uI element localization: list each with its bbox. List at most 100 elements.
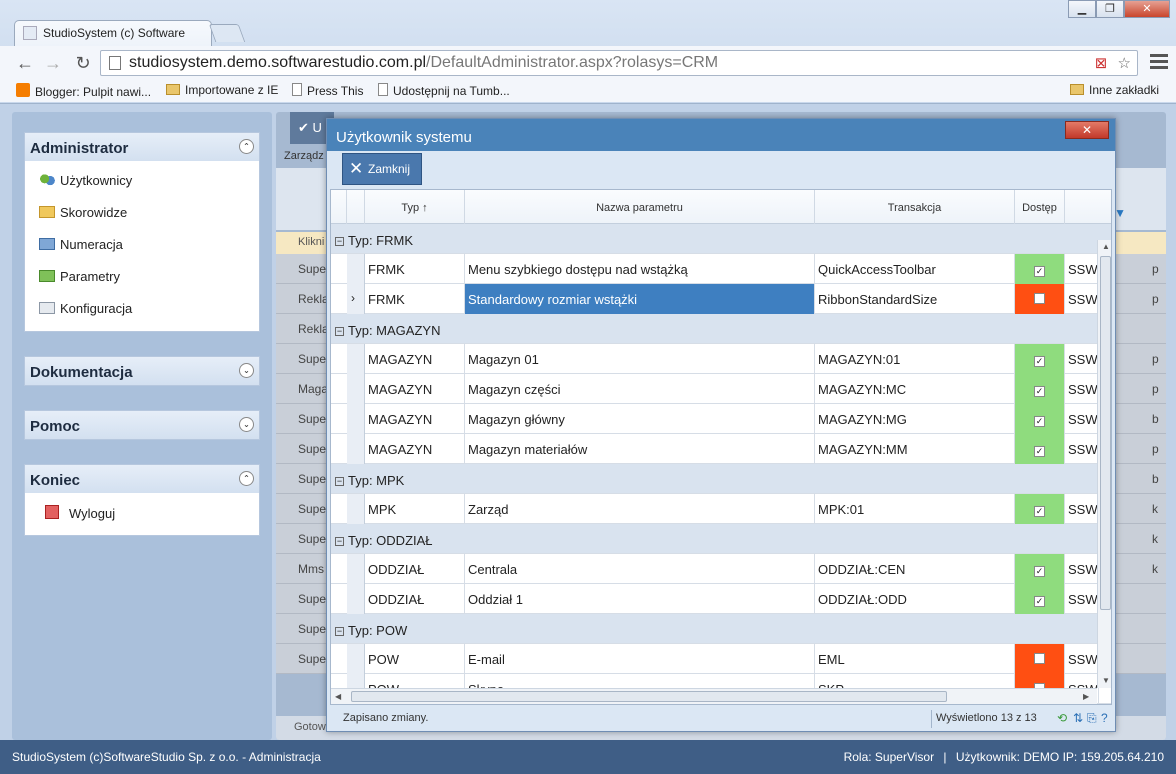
browser-menu-icon[interactable] (1150, 54, 1168, 70)
access-checkbox[interactable]: ✓ (1034, 596, 1045, 607)
cell-typ[interactable]: MAGAZYN (365, 434, 465, 464)
table-row[interactable]: ODDZIAŁCentralaODDZIAŁ:CEN ✓ SSWO (331, 554, 1111, 584)
group-row[interactable]: − Typ: MAGAZYN (331, 314, 1111, 344)
cell-transakcja[interactable]: RibbonStandardSize (815, 284, 1015, 314)
refresh-icon[interactable]: ⟲ (1057, 711, 1067, 725)
cell-nazwa[interactable]: Standardowy rozmiar wstążki (465, 284, 815, 314)
minimize-icon[interactable]: ▁ (1068, 0, 1096, 18)
scroll-down-icon[interactable]: ▼ (1102, 676, 1110, 685)
cell-n[interactable]: SSWO (1065, 554, 1099, 584)
access-checkbox[interactable]: ✓ (1034, 386, 1045, 397)
panel-header[interactable]: Koniec ⌃ (25, 465, 259, 493)
cell-n[interactable]: SSWO (1065, 344, 1099, 374)
table-row[interactable]: POWE-mailEML SSWO (331, 644, 1111, 674)
bookmark-other[interactable]: Inne zakładki (1070, 83, 1159, 97)
cell-nazwa[interactable]: Zarząd (465, 494, 815, 524)
sidebar-item-indexes[interactable]: Skorowidze (25, 197, 259, 229)
reload-icon[interactable]: ↻ (72, 52, 94, 74)
group-row[interactable]: − Typ: ODDZIAŁ (331, 524, 1111, 554)
row-indicator[interactable]: › (347, 284, 365, 314)
collapse-group-icon[interactable]: − (335, 237, 344, 246)
cell-transakcja[interactable]: QuickAccessToolbar (815, 254, 1015, 284)
browser-tab[interactable]: StudioSystem (c) Software (14, 20, 212, 46)
close-button[interactable]: ✕ Zamknij (342, 153, 422, 185)
access-checkbox[interactable]: ✓ (1034, 566, 1045, 577)
header-dostep[interactable]: Dostęp (1015, 190, 1065, 224)
back-arrow-icon[interactable]: ← (14, 52, 36, 74)
row-indicator[interactable] (347, 344, 365, 374)
forward-arrow-icon[interactable]: → (42, 52, 64, 74)
row-indicator[interactable] (347, 554, 365, 584)
bookmark-star-icon[interactable]: ☆ (1118, 55, 1131, 72)
sync-icon[interactable]: ⇅ (1073, 711, 1083, 725)
horizontal-scrollbar[interactable]: ◀ ▶ (331, 688, 1097, 704)
sidebar-item-configuration[interactable]: Konfiguracja (25, 293, 259, 325)
access-checkbox[interactable] (1034, 653, 1045, 664)
cell-nazwa[interactable]: Magazyn główny (465, 404, 815, 434)
cell-n[interactable]: SSWO (1065, 374, 1099, 404)
scroll-left-icon[interactable]: ◀ (335, 692, 341, 701)
table-row[interactable]: MAGAZYNMagazyn 01MAGAZYN:01 ✓ SSWO (331, 344, 1111, 374)
cell-n[interactable]: SSWO (1065, 494, 1099, 524)
bookmark-imported[interactable]: Importowane z IE (166, 83, 278, 97)
expand-icon[interactable]: ⌄ (239, 417, 254, 432)
header-nazwa[interactable]: Nazwa parametru (465, 190, 815, 224)
cell-typ[interactable]: MAGAZYN (365, 344, 465, 374)
cell-n[interactable]: SSWO (1065, 434, 1099, 464)
cell-transakcja[interactable]: MAGAZYN:MG (815, 404, 1015, 434)
cell-typ[interactable]: FRMK (365, 254, 465, 284)
panel-header[interactable]: Dokumentacja ⌄ (25, 357, 259, 385)
access-checkbox[interactable] (1034, 293, 1045, 304)
panel-header[interactable]: Administrator ⌃ (25, 133, 259, 161)
scroll-thumb[interactable] (1100, 256, 1111, 610)
cell-typ[interactable]: MAGAZYN (365, 374, 465, 404)
table-row[interactable]: › FRMK Standardowy rozmiar wstążki RibbonSt… (331, 284, 1111, 314)
collapse-group-icon[interactable]: − (335, 327, 344, 336)
group-row[interactable]: − Typ: POW (331, 614, 1111, 644)
new-tab-button[interactable] (208, 24, 246, 42)
sidebar-item-parameters[interactable]: Parametry (25, 261, 259, 293)
cell-nazwa[interactable]: Oddział 1 (465, 584, 815, 614)
address-bar[interactable]: studiosystem.demo.softwarestudio.com.pl/… (100, 50, 1138, 76)
cell-n[interactable]: SSWO (1065, 404, 1099, 434)
cell-n[interactable]: SSWO (1065, 584, 1099, 614)
cell-nazwa[interactable]: Magazyn materiałów (465, 434, 815, 464)
cell-typ[interactable]: FRMK (365, 284, 465, 314)
row-indicator[interactable] (347, 374, 365, 404)
scroll-right-icon[interactable]: ▶ (1083, 692, 1089, 701)
panel-header[interactable]: Pomoc ⌄ (25, 411, 259, 439)
cell-nazwa[interactable]: E-mail (465, 644, 815, 674)
cell-nazwa[interactable]: Menu szybkiego dostępu nad wstążką (465, 254, 815, 284)
sidebar-item-users[interactable]: Użytkownicy (25, 165, 259, 197)
cell-transakcja[interactable]: MPK:01 (815, 494, 1015, 524)
vertical-scrollbar[interactable]: ▲ ▼ (1097, 240, 1111, 688)
scroll-thumb[interactable] (351, 691, 947, 702)
cell-n[interactable]: SSWO (1065, 254, 1099, 284)
header-n[interactable]: N (1065, 190, 1111, 224)
cell-typ[interactable]: MAGAZYN (365, 404, 465, 434)
dialog-close-icon[interactable]: ✕ (1065, 121, 1109, 139)
table-row[interactable]: MAGAZYNMagazyn materiałówMAGAZYN:MM ✓ SSWO (331, 434, 1111, 464)
blocked-popup-icon[interactable]: ⊠ (1095, 55, 1108, 72)
cell-transakcja[interactable]: MAGAZYN:MC (815, 374, 1015, 404)
export-icon[interactable]: ⎘ (1087, 711, 1097, 726)
expand-icon[interactable]: ⌄ (239, 363, 254, 378)
row-indicator[interactable] (347, 584, 365, 614)
group-row[interactable]: − Typ: MPK (331, 464, 1111, 494)
bookmark-tumblr[interactable]: Udostępnij na Tumb... (378, 83, 510, 98)
collapse-group-icon[interactable]: − (335, 477, 344, 486)
window-close-icon[interactable]: ✕ (1124, 0, 1170, 18)
header-transakcja[interactable]: Transakcja (815, 190, 1015, 224)
cell-transakcja[interactable]: MAGAZYN:01 (815, 344, 1015, 374)
header-typ[interactable]: Typ ↑ (365, 190, 465, 224)
cell-nazwa[interactable]: Magazyn 01 (465, 344, 815, 374)
collapse-icon[interactable]: ⌃ (239, 139, 254, 154)
group-row[interactable]: − Typ: FRMK (331, 224, 1111, 254)
cell-n[interactable]: SSWO (1065, 644, 1099, 674)
bookmark-blogger[interactable]: Blogger: Pulpit nawi... (16, 83, 151, 99)
cell-typ[interactable]: ODDZIAŁ (365, 554, 465, 584)
cell-nazwa[interactable]: Centrala (465, 554, 815, 584)
cell-transakcja[interactable]: ODDZIAŁ:ODD (815, 584, 1015, 614)
cell-typ[interactable]: ODDZIAŁ (365, 584, 465, 614)
help-icon[interactable]: ? (1101, 711, 1108, 725)
